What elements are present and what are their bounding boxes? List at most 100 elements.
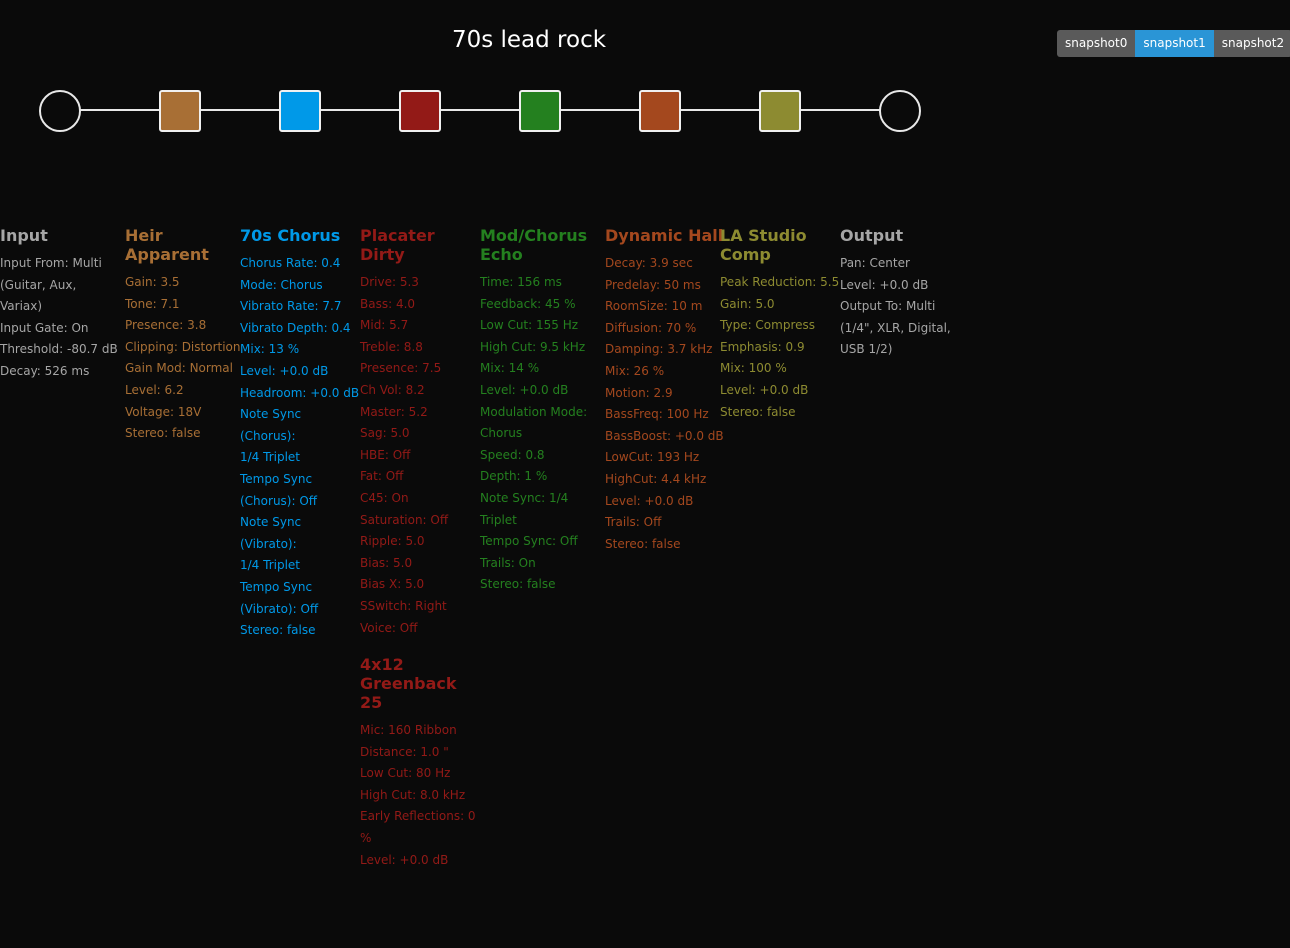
param-row: Level: +0.0 dB <box>840 277 929 292</box>
block-column-input: Input Input From: Multi (Guitar, Aux, Var… <box>0 226 120 383</box>
param-row: Level: 6.2 <box>125 382 184 397</box>
param-row: Triplet <box>480 512 517 527</box>
param-row: Motion: 2.9 <box>605 385 673 400</box>
param-row: Mix: 100 % <box>720 361 787 376</box>
param-row: Level: +0.0 dB <box>240 363 329 378</box>
param-row: Modulation Mode: <box>480 404 588 419</box>
param-row: Master: 5.2 <box>360 404 428 419</box>
param-row: Voltage: 18V <box>125 404 202 419</box>
param-row: Stereo: false <box>720 404 796 419</box>
param-row: Mic: 160 Ribbon <box>360 723 457 738</box>
param-row: Emphasis: 0.9 <box>720 339 805 354</box>
chain-block-70s-chorus[interactable] <box>279 90 321 132</box>
param-row: Chorus Rate: 0.4 <box>240 256 341 270</box>
param-row: Sag: 5.0 <box>360 426 410 441</box>
param-row: Mode: Chorus <box>240 277 323 292</box>
param-row: Headroom: +0.0 dB <box>240 385 360 400</box>
param-row: Early Reflections: 0 <box>360 809 476 824</box>
param-row: Stereo: false <box>240 623 316 638</box>
snapshot1-button[interactable]: snapshot1 <box>1135 30 1214 57</box>
block-title-placater-dirty: Placater Dirty <box>360 226 435 264</box>
param-row: Depth: 1 % <box>480 469 548 484</box>
param-row: Note Sync: 1/4 <box>480 490 569 505</box>
param-row: BassBoost: +0.0 dB <box>605 428 724 443</box>
param-row: Level: +0.0 dB <box>720 382 809 397</box>
param-row: Drive: 5.3 <box>360 275 419 289</box>
param-row: Treble: 8.8 <box>360 339 423 354</box>
param-list-la-studio-comp: Peak Reduction: 5.5 Gain: 5.0 Type: Compre… <box>720 272 840 423</box>
param-row: Input From: Multi <box>0 256 102 270</box>
param-row: Time: 156 ms <box>480 275 562 289</box>
param-list-dynamic-hall: Decay: 3.9 sec Predelay: 50 ms RoomSize: 1… <box>605 253 725 555</box>
block-title-input: Input <box>0 226 48 245</box>
block-title-dynamic-hall: Dynamic Hall <box>605 226 724 245</box>
block-title-la-studio-comp: LA Studio Comp <box>720 226 840 272</box>
param-list-placater-dirty: Drive: 5.3 Bass: 4.0 Mid: 5.7 Treble: 8.8 Pr… <box>360 272 480 639</box>
param-row: Clipping: Distortion <box>125 339 241 354</box>
param-row: Fat: Off <box>360 469 404 484</box>
block-cab: 4x12 Greenback 25 Mic: 160 Ribbon Distanc… <box>360 655 480 871</box>
block-column-dynamic-hall: Dynamic Hall Decay: 3.9 sec Predelay: 50 … <box>605 226 725 555</box>
param-row: USB 1/2) <box>840 342 893 357</box>
param-list-mod-chorus-echo: Time: 156 ms Feedback: 45 % Low Cut: 155 H… <box>480 272 600 596</box>
param-row: Vibrato Rate: 7.7 <box>240 299 342 314</box>
block-column-70s-chorus: 70s Chorus Chorus Rate: 0.4 Mode: Chorus V… <box>240 226 360 642</box>
param-row: Stereo: false <box>605 536 681 551</box>
param-row: Level: +0.0 dB <box>480 382 569 397</box>
param-row: (Guitar, Aux, Variax) <box>0 277 77 314</box>
param-row: HBE: Off <box>360 447 411 462</box>
block-title-mod-chorus-echo-line2: Echo <box>480 245 523 264</box>
param-list-70s-chorus: Chorus Rate: 0.4 Mode: Chorus Vibrato Rate… <box>240 253 360 642</box>
block-title-heir-apparent: Heir Apparent <box>125 226 209 264</box>
chain-input-node[interactable] <box>39 90 81 132</box>
block-title-la-studio-comp-line1: LA Studio <box>720 226 807 245</box>
param-row: Stereo: false <box>480 577 556 592</box>
param-row: Bias: 5.0 <box>360 555 413 570</box>
param-row: 1/4 Triplet <box>240 558 300 573</box>
param-row: BassFreq: 100 Hz <box>605 407 709 422</box>
param-row: Ch Vol: 8.2 <box>360 382 425 397</box>
chain-block-la-studio-comp[interactable] <box>759 90 801 132</box>
param-row: Decay: 526 ms <box>0 363 90 378</box>
param-row: Output To: Multi <box>840 299 936 314</box>
param-row: % <box>360 831 372 846</box>
param-row: Distance: 1.0 " <box>360 744 449 759</box>
param-list-cab: Mic: 160 Ribbon Distance: 1.0 " Low Cut: 8… <box>360 720 480 871</box>
param-row: Mix: 26 % <box>605 363 665 378</box>
block-title-cab-line2: Greenback 25 <box>360 674 457 713</box>
param-row: Type: Compress <box>720 318 816 333</box>
param-row: Presence: 3.8 <box>125 318 207 333</box>
param-row: Peak Reduction: 5.5 <box>720 275 840 289</box>
param-list-heir-apparent: Gain: 3.5 Tone: 7.1 Presence: 3.8 Clipping:… <box>125 272 245 445</box>
block-column-placater-dirty: Placater Dirty Drive: 5.3 Bass: 4.0 Mid: 5… <box>360 226 480 871</box>
param-row: Low Cut: 80 Hz <box>360 766 451 781</box>
chain-block-mod-chorus-echo[interactable] <box>519 90 561 132</box>
param-row: Threshold: -80.7 dB <box>0 342 118 357</box>
chain-block-dynamic-hall[interactable] <box>639 90 681 132</box>
param-row: Gain: 5.0 <box>720 296 775 311</box>
block-title-output: Output <box>840 226 904 245</box>
snapshot2-button[interactable]: snapshot2 <box>1213 30 1290 57</box>
block-title-la-studio-comp-line2: Comp <box>720 245 771 264</box>
chain-block-placater-dirty[interactable] <box>399 90 441 132</box>
param-row: HighCut: 4.4 kHz <box>605 471 707 486</box>
param-row: High Cut: 8.0 kHz <box>360 787 466 802</box>
param-list-output: Pan: Center Level: +0.0 dB Output To: Mult… <box>840 253 960 361</box>
param-row: Low Cut: 155 Hz <box>480 318 579 333</box>
chain-block-heir-apparent[interactable] <box>159 90 201 132</box>
param-row: Chorus <box>480 426 523 441</box>
snapshot0-button[interactable]: snapshot0 <box>1057 30 1136 57</box>
param-row: Ripple: 5.0 <box>360 534 425 549</box>
param-row: Stereo: false <box>125 426 201 441</box>
chain-output-node[interactable] <box>879 90 921 132</box>
param-row: Note Sync (Chorus): <box>240 407 302 443</box>
param-row: Mid: 5.7 <box>360 318 409 333</box>
param-row: Tempo Sync: Off <box>480 534 578 549</box>
block-title-cab-line1: 4x12 <box>360 655 404 675</box>
snapshot-selector: snapshot0 snapshot1 snapshot2 <box>1057 30 1290 57</box>
preset-title: 70s lead rock <box>451 27 607 53</box>
param-row: Tone: 7.1 <box>125 296 180 311</box>
param-row: Tempo Sync <box>240 579 313 594</box>
param-row: Speed: 0.8 <box>480 447 545 462</box>
param-row: Damping: 3.7 kHz <box>605 342 713 357</box>
